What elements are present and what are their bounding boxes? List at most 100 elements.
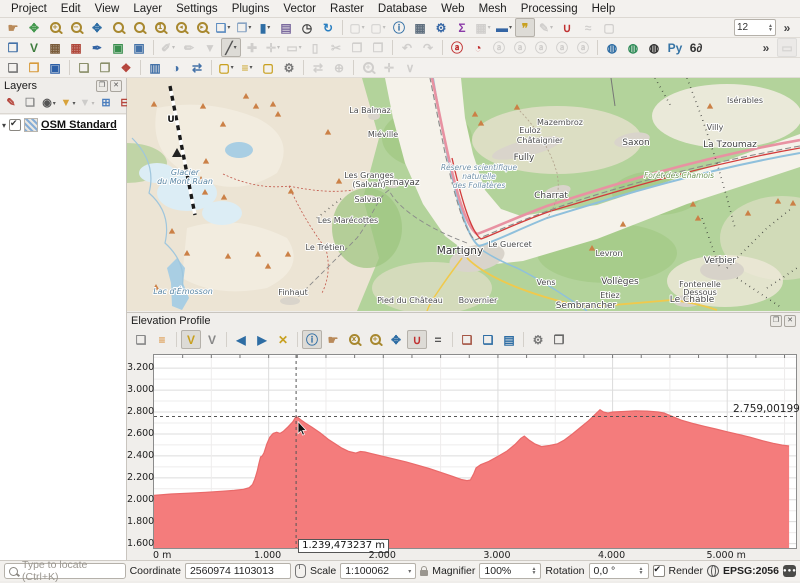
messages-icon[interactable]: ●●●	[783, 565, 796, 577]
pan-map-to-selection-icon[interactable]: ✥	[24, 18, 44, 37]
identify-features-chart-icon[interactable]: ⓘ	[302, 330, 322, 349]
enable-snapping-chart-icon[interactable]: ∪	[407, 330, 427, 349]
menu-processing[interactable]: Processing	[514, 2, 585, 16]
menu-help[interactable]: Help	[585, 2, 623, 16]
measure-distances-icon[interactable]: =	[428, 330, 448, 349]
open-layer-styling-panel-icon[interactable]: ✎	[2, 95, 20, 112]
scale-combobox[interactable]: 1:100062▾	[340, 563, 416, 579]
menu-vector[interactable]: Vector	[276, 2, 323, 16]
new-geopackage-layer-icon[interactable]: ▣	[108, 38, 128, 57]
layer-row-osm-standard[interactable]: ▾ OSM Standard	[0, 117, 126, 133]
select-features-by-value-icon[interactable]: ≡	[237, 58, 257, 77]
temporal-controller-panel-icon[interactable]: ◷	[297, 18, 317, 37]
toolbar-overflow-1-icon[interactable]: »	[777, 18, 797, 37]
add-layers-icon[interactable]: ❏	[131, 330, 151, 349]
data-source-manager-window-icon[interactable]: ▥	[145, 58, 165, 77]
menu-mesh[interactable]: Mesh	[472, 2, 514, 16]
measure-line-icon[interactable]: ▬	[494, 18, 514, 37]
elevation-panel-close-icon[interactable]: ✕	[784, 315, 796, 327]
capture-curve-from-feature-icon[interactable]: V	[202, 330, 222, 349]
open-attribute-table-icon[interactable]: ▦	[410, 18, 430, 37]
filter-legend-icon[interactable]: ▼	[59, 95, 77, 112]
metasearch-catalog-services-icon[interactable]: ◍	[602, 38, 622, 57]
layer-visibility-checkbox[interactable]	[9, 119, 21, 131]
osm-info-icon[interactable]: 6∂	[686, 38, 706, 57]
osm-downloader-icon[interactable]: ◍	[644, 38, 664, 57]
pan-chart-icon[interactable]: ☛	[323, 330, 343, 349]
export-as-image-icon[interactable]: ❏	[478, 330, 498, 349]
add-raster-layer-icon[interactable]: ▦	[45, 38, 65, 57]
new-spatial-bookmark-icon[interactable]: ▮	[255, 18, 275, 37]
clear-icon[interactable]: ✕	[273, 330, 293, 349]
dock-as-main-window-icon[interactable]: ❐	[549, 330, 569, 349]
zoom-next-icon[interactable]: ▸	[192, 18, 212, 37]
deselect-all-icon[interactable]: ▢	[258, 58, 278, 77]
new-map-view-icon[interactable]: ❏	[213, 18, 233, 37]
osm-place-search-icon[interactable]: ◍	[623, 38, 643, 57]
open-data-source-manager-icon[interactable]: ❒	[3, 38, 23, 57]
capture-curve-icon[interactable]: V	[181, 330, 201, 349]
layers-panel-close-icon[interactable]: ✕	[110, 80, 122, 92]
rotation-spinbox[interactable]: 0,0 °▲▼	[589, 563, 649, 579]
new-project-icon[interactable]: ❏	[3, 58, 23, 77]
locate-search-input[interactable]: Type to locate (Ctrl+K)	[4, 563, 126, 579]
nudge-left-icon[interactable]: ◀	[231, 330, 251, 349]
magnifier-spinbox[interactable]: 100%▲▼	[479, 563, 541, 579]
add-group-icon[interactable]: ❏	[21, 95, 39, 112]
coordinate-input[interactable]: 2560974 1103013	[185, 563, 291, 579]
refresh-map-icon[interactable]: ↻	[318, 18, 338, 37]
zoom-out-icon[interactable]: −	[66, 18, 86, 37]
zoom-last-icon[interactable]: ◂	[171, 18, 191, 37]
select-features-by-area-icon[interactable]: ▢	[216, 58, 236, 77]
db-manager-icon[interactable]: ◑	[166, 58, 186, 77]
statistical-summary-icon[interactable]: Σ	[452, 18, 472, 37]
zoom-x-axis-icon[interactable]: x	[344, 330, 364, 349]
menu-raster[interactable]: Raster	[323, 2, 371, 16]
options-wrench-icon[interactable]: ⚙	[279, 58, 299, 77]
new-shapefile-layer-icon[interactable]: ✒	[87, 38, 107, 57]
zoom-full-chart-icon[interactable]: ✥	[386, 330, 406, 349]
menu-edit[interactable]: Edit	[54, 2, 88, 16]
zoom-to-layer-icon[interactable]	[129, 18, 149, 37]
pan-map-icon[interactable]: ☛	[3, 18, 23, 37]
export-results-icon[interactable]: ▤	[499, 330, 519, 349]
map-canvas[interactable]: MartignyVernayazFullySaxonCharratVerbier…	[127, 78, 800, 311]
scale-lock-icon[interactable]	[420, 570, 428, 576]
manage-map-themes-icon[interactable]: ◉	[40, 95, 58, 112]
menu-settings[interactable]: Settings	[169, 2, 225, 16]
identify-features-icon[interactable]: ⓘ	[389, 18, 409, 37]
zoom-to-native-resolution-icon[interactable]: 1	[150, 18, 170, 37]
menu-view[interactable]: View	[88, 2, 127, 16]
zoom-full-icon[interactable]: ✥	[87, 18, 107, 37]
nudge-right-icon[interactable]: ▶	[252, 330, 272, 349]
zoom-to-selection-icon[interactable]	[108, 18, 128, 37]
menu-plugins[interactable]: Plugins	[225, 2, 277, 16]
export-as-pdf-icon[interactable]: ❏	[457, 330, 477, 349]
open-project-icon[interactable]: ❒	[24, 58, 44, 77]
digitize-with-segment-icon[interactable]: ╱	[221, 38, 241, 57]
profile-options-icon[interactable]: ⚙	[528, 330, 548, 349]
enable-snapping-icon[interactable]: ∪	[557, 18, 577, 37]
layer-reload-icon[interactable]: ⇄	[187, 58, 207, 77]
crs-code[interactable]: EPSG:2056	[723, 565, 779, 577]
processing-toolbox-icon[interactable]: ⚙	[431, 18, 451, 37]
snapping-tolerance-spinbox[interactable]: 12▲▼	[734, 19, 776, 36]
style-manager-icon[interactable]: ❖	[116, 58, 136, 77]
python-console-icon[interactable]: Py	[665, 38, 685, 57]
layer-diagram-options-icon[interactable]: ◔	[468, 38, 488, 57]
configure-layers-icon[interactable]: ≡	[152, 330, 172, 349]
menu-web[interactable]: Web	[434, 2, 471, 16]
map-tips-icon[interactable]: ❞	[515, 18, 535, 37]
new-3d-map-view-icon[interactable]: ❐	[234, 18, 254, 37]
elevation-plot-area[interactable]	[153, 354, 797, 549]
toolbar-overflow-2-icon[interactable]: »	[756, 38, 776, 57]
menu-project[interactable]: Project	[4, 2, 54, 16]
layers-panel-float-icon[interactable]: ❐	[96, 80, 108, 92]
new-virtual-layer-icon[interactable]: ▣	[129, 38, 149, 57]
mouse-position-icon[interactable]	[295, 564, 306, 578]
new-print-layout-icon[interactable]: ❏	[74, 58, 94, 77]
menu-database[interactable]: Database	[371, 2, 434, 16]
zoom-in-icon[interactable]: +	[45, 18, 65, 37]
layer-name[interactable]: OSM Standard	[41, 119, 117, 131]
save-project-icon[interactable]: ▣	[45, 58, 65, 77]
